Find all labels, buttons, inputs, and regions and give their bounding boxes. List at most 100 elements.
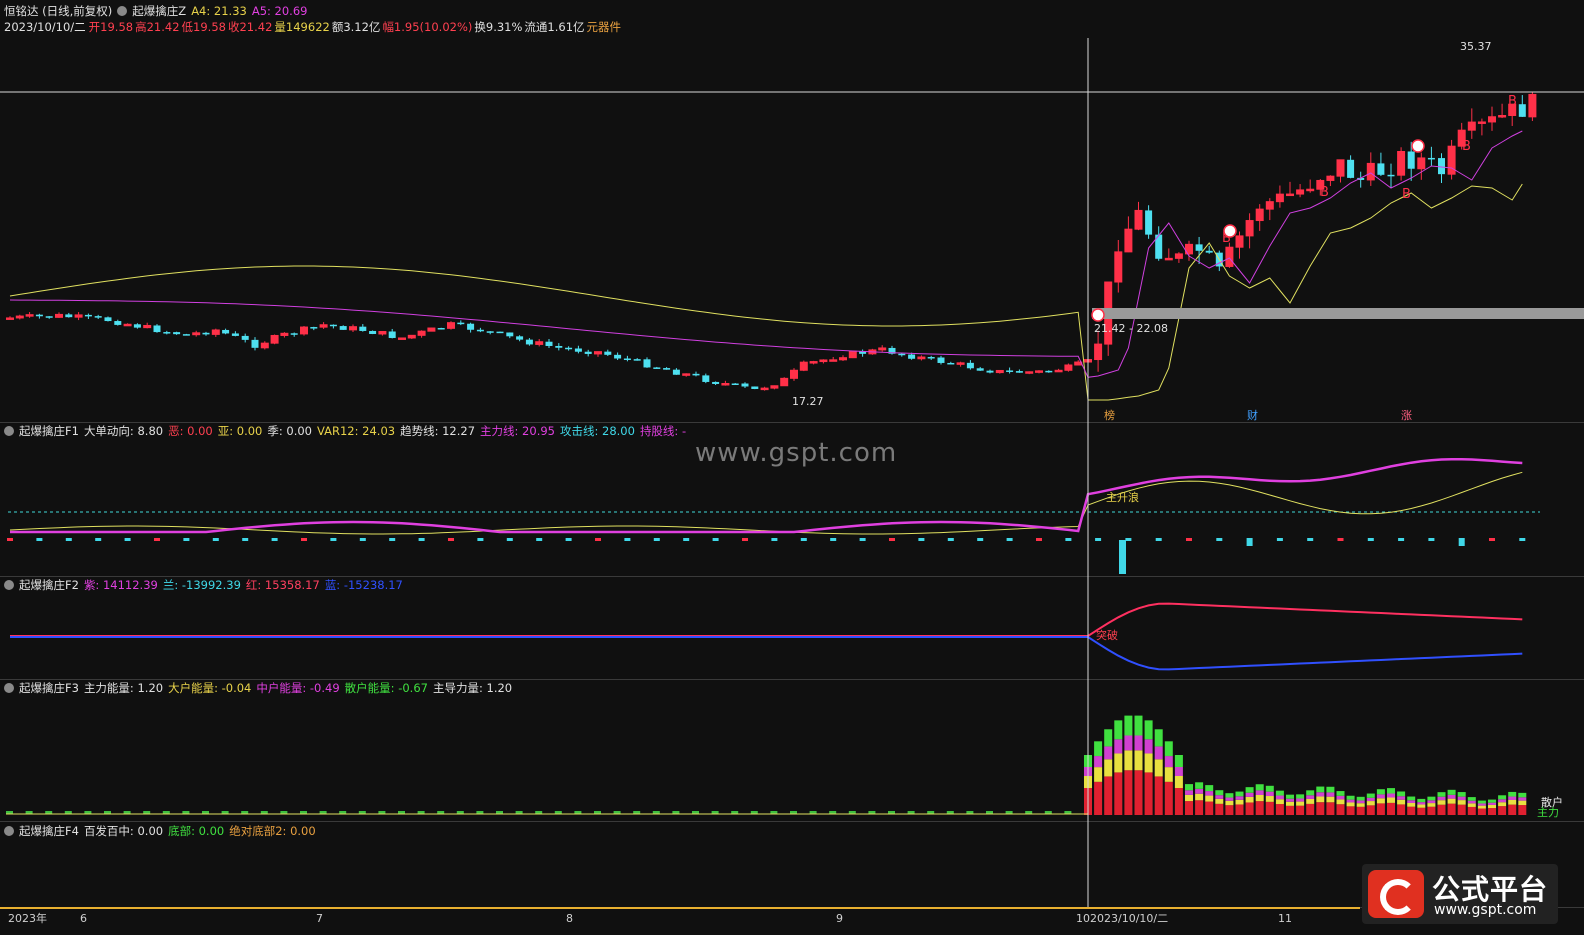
- f3-bar-yellow: [1376, 798, 1385, 804]
- f1-bar: [65, 538, 72, 541]
- f3-bar-red: [1225, 805, 1234, 815]
- candle-body: [1094, 343, 1103, 361]
- f2-header: 起爆擒庄F2 紫: 14112.39 兰: -13992.39 红: 15358.17…: [4, 577, 408, 593]
- f1-title[interactable]: 起爆擒庄F1: [19, 424, 79, 438]
- f1-bar: [859, 538, 866, 541]
- f3-bar-green: [1316, 786, 1325, 793]
- f3-bar-magenta: [1144, 739, 1153, 754]
- f3-bar-yellow: [1185, 794, 1193, 802]
- watermark: www.gspt.com: [695, 438, 898, 468]
- f1-bar: [1458, 538, 1465, 546]
- f1-bar: [1337, 538, 1344, 541]
- f1-bar: [712, 538, 719, 541]
- f2-item: 蓝: -15238.17: [324, 578, 403, 592]
- f1-bar: [301, 538, 307, 541]
- tag-zhang[interactable]: 涨: [1401, 407, 1412, 423]
- f3-bar-red: [1114, 772, 1123, 815]
- f3-bar-green: [1336, 791, 1345, 796]
- candle-body: [1488, 116, 1496, 123]
- candle-body: [437, 328, 445, 330]
- f3-bar-green: [1144, 720, 1153, 740]
- f4-title[interactable]: 起爆擒庄F4: [19, 824, 79, 838]
- f3-bar-magenta: [1205, 791, 1214, 796]
- f3-bar-red: [1215, 803, 1224, 815]
- candle-body: [251, 339, 259, 348]
- f3-bar-green: [1275, 790, 1284, 796]
- f3-bar-red: [1306, 803, 1315, 815]
- f3-bar-red: [1387, 802, 1395, 815]
- f1-bar: [242, 538, 249, 541]
- sector-value[interactable]: 元器件: [587, 20, 622, 34]
- f3-bar-red: [1417, 807, 1426, 815]
- f3-bar-red: [1336, 804, 1345, 815]
- f3-bar-red: [1255, 801, 1264, 815]
- candle-body: [1306, 188, 1315, 192]
- f3-bar-yellow: [1346, 802, 1355, 807]
- tag-cai[interactable]: 财: [1247, 407, 1258, 423]
- candle-body: [1054, 369, 1063, 373]
- candle-body: [1006, 370, 1014, 372]
- f3-bar-green: [1447, 789, 1456, 795]
- indicator-toggle-icon[interactable]: [117, 6, 128, 16]
- f3-bar-yellow: [1286, 801, 1294, 806]
- candle-body: [1255, 208, 1264, 222]
- tag-bang[interactable]: 榜: [1104, 407, 1115, 423]
- f3-bar-red: [1235, 804, 1244, 815]
- candle-body: [1045, 370, 1053, 373]
- f3-bar-red: [1346, 806, 1355, 815]
- signal-circle-icon: [1411, 139, 1425, 153]
- f1-bar: [448, 538, 454, 541]
- candle-body: [388, 331, 396, 338]
- f3-bar-green: [1387, 788, 1395, 794]
- f2-signal-label: 突破: [1096, 629, 1118, 642]
- f3-bar-yellow: [1488, 804, 1496, 809]
- f3-panel-plot: [6, 715, 1527, 815]
- candle-body: [1518, 104, 1526, 117]
- candle-body: [721, 383, 730, 386]
- candle-body: [741, 383, 749, 387]
- candle-body: [770, 385, 779, 389]
- candle-body: [1265, 201, 1274, 210]
- stock-name[interactable]: 恒铭达 (日线,前复权): [4, 4, 112, 18]
- f1-toggle-icon[interactable]: [4, 426, 14, 436]
- candle-body: [565, 347, 573, 350]
- f3-bar-green: [1296, 794, 1305, 799]
- candle-body: [359, 326, 367, 331]
- f3-title[interactable]: 起爆擒庄F3: [19, 681, 79, 695]
- f3-bar-magenta: [1195, 788, 1204, 794]
- f3-toggle-icon[interactable]: [4, 683, 14, 693]
- f3-bar-yellow: [1215, 798, 1224, 804]
- f3-bar-green: [1245, 787, 1254, 793]
- f1-bar: [1489, 538, 1495, 541]
- f3-bar-green: [1346, 795, 1355, 800]
- candle-body: [898, 353, 906, 356]
- f1-bar: [1155, 538, 1162, 541]
- f4-item: 绝对底部2: 0.00: [229, 824, 316, 838]
- f3-bar-red: [1488, 808, 1496, 815]
- candle-body: [1164, 257, 1173, 261]
- candle-body: [65, 314, 73, 318]
- f3-bar-magenta: [1265, 791, 1274, 797]
- f3-right-label-2: 主力: [1537, 806, 1559, 819]
- f1-bar: [1276, 538, 1283, 541]
- candle-body: [6, 317, 14, 320]
- f1-bar: [565, 538, 572, 541]
- f3-bar-yellow: [1205, 795, 1214, 802]
- candle-body: [319, 324, 328, 328]
- f2-title[interactable]: 起爆擒庄F2: [19, 578, 79, 592]
- candle-body: [751, 386, 759, 389]
- f4-toggle-icon[interactable]: [4, 826, 14, 836]
- f3-bar-yellow: [1366, 801, 1375, 806]
- f1-bar: [1246, 538, 1253, 546]
- f3-bar-green: [1104, 729, 1113, 747]
- f3-bar-yellow: [1114, 753, 1123, 773]
- f1-bar: [624, 538, 631, 541]
- f1-bar: [1216, 538, 1223, 541]
- candle-body: [192, 332, 201, 336]
- f3-bar-magenta: [1366, 797, 1375, 802]
- f3-bar-yellow: [1275, 799, 1284, 805]
- f3-bar-magenta: [1397, 796, 1406, 800]
- f2-toggle-icon[interactable]: [4, 580, 14, 590]
- candle-body: [966, 362, 974, 369]
- indicator-name[interactable]: 起爆擒庄Z: [132, 4, 186, 18]
